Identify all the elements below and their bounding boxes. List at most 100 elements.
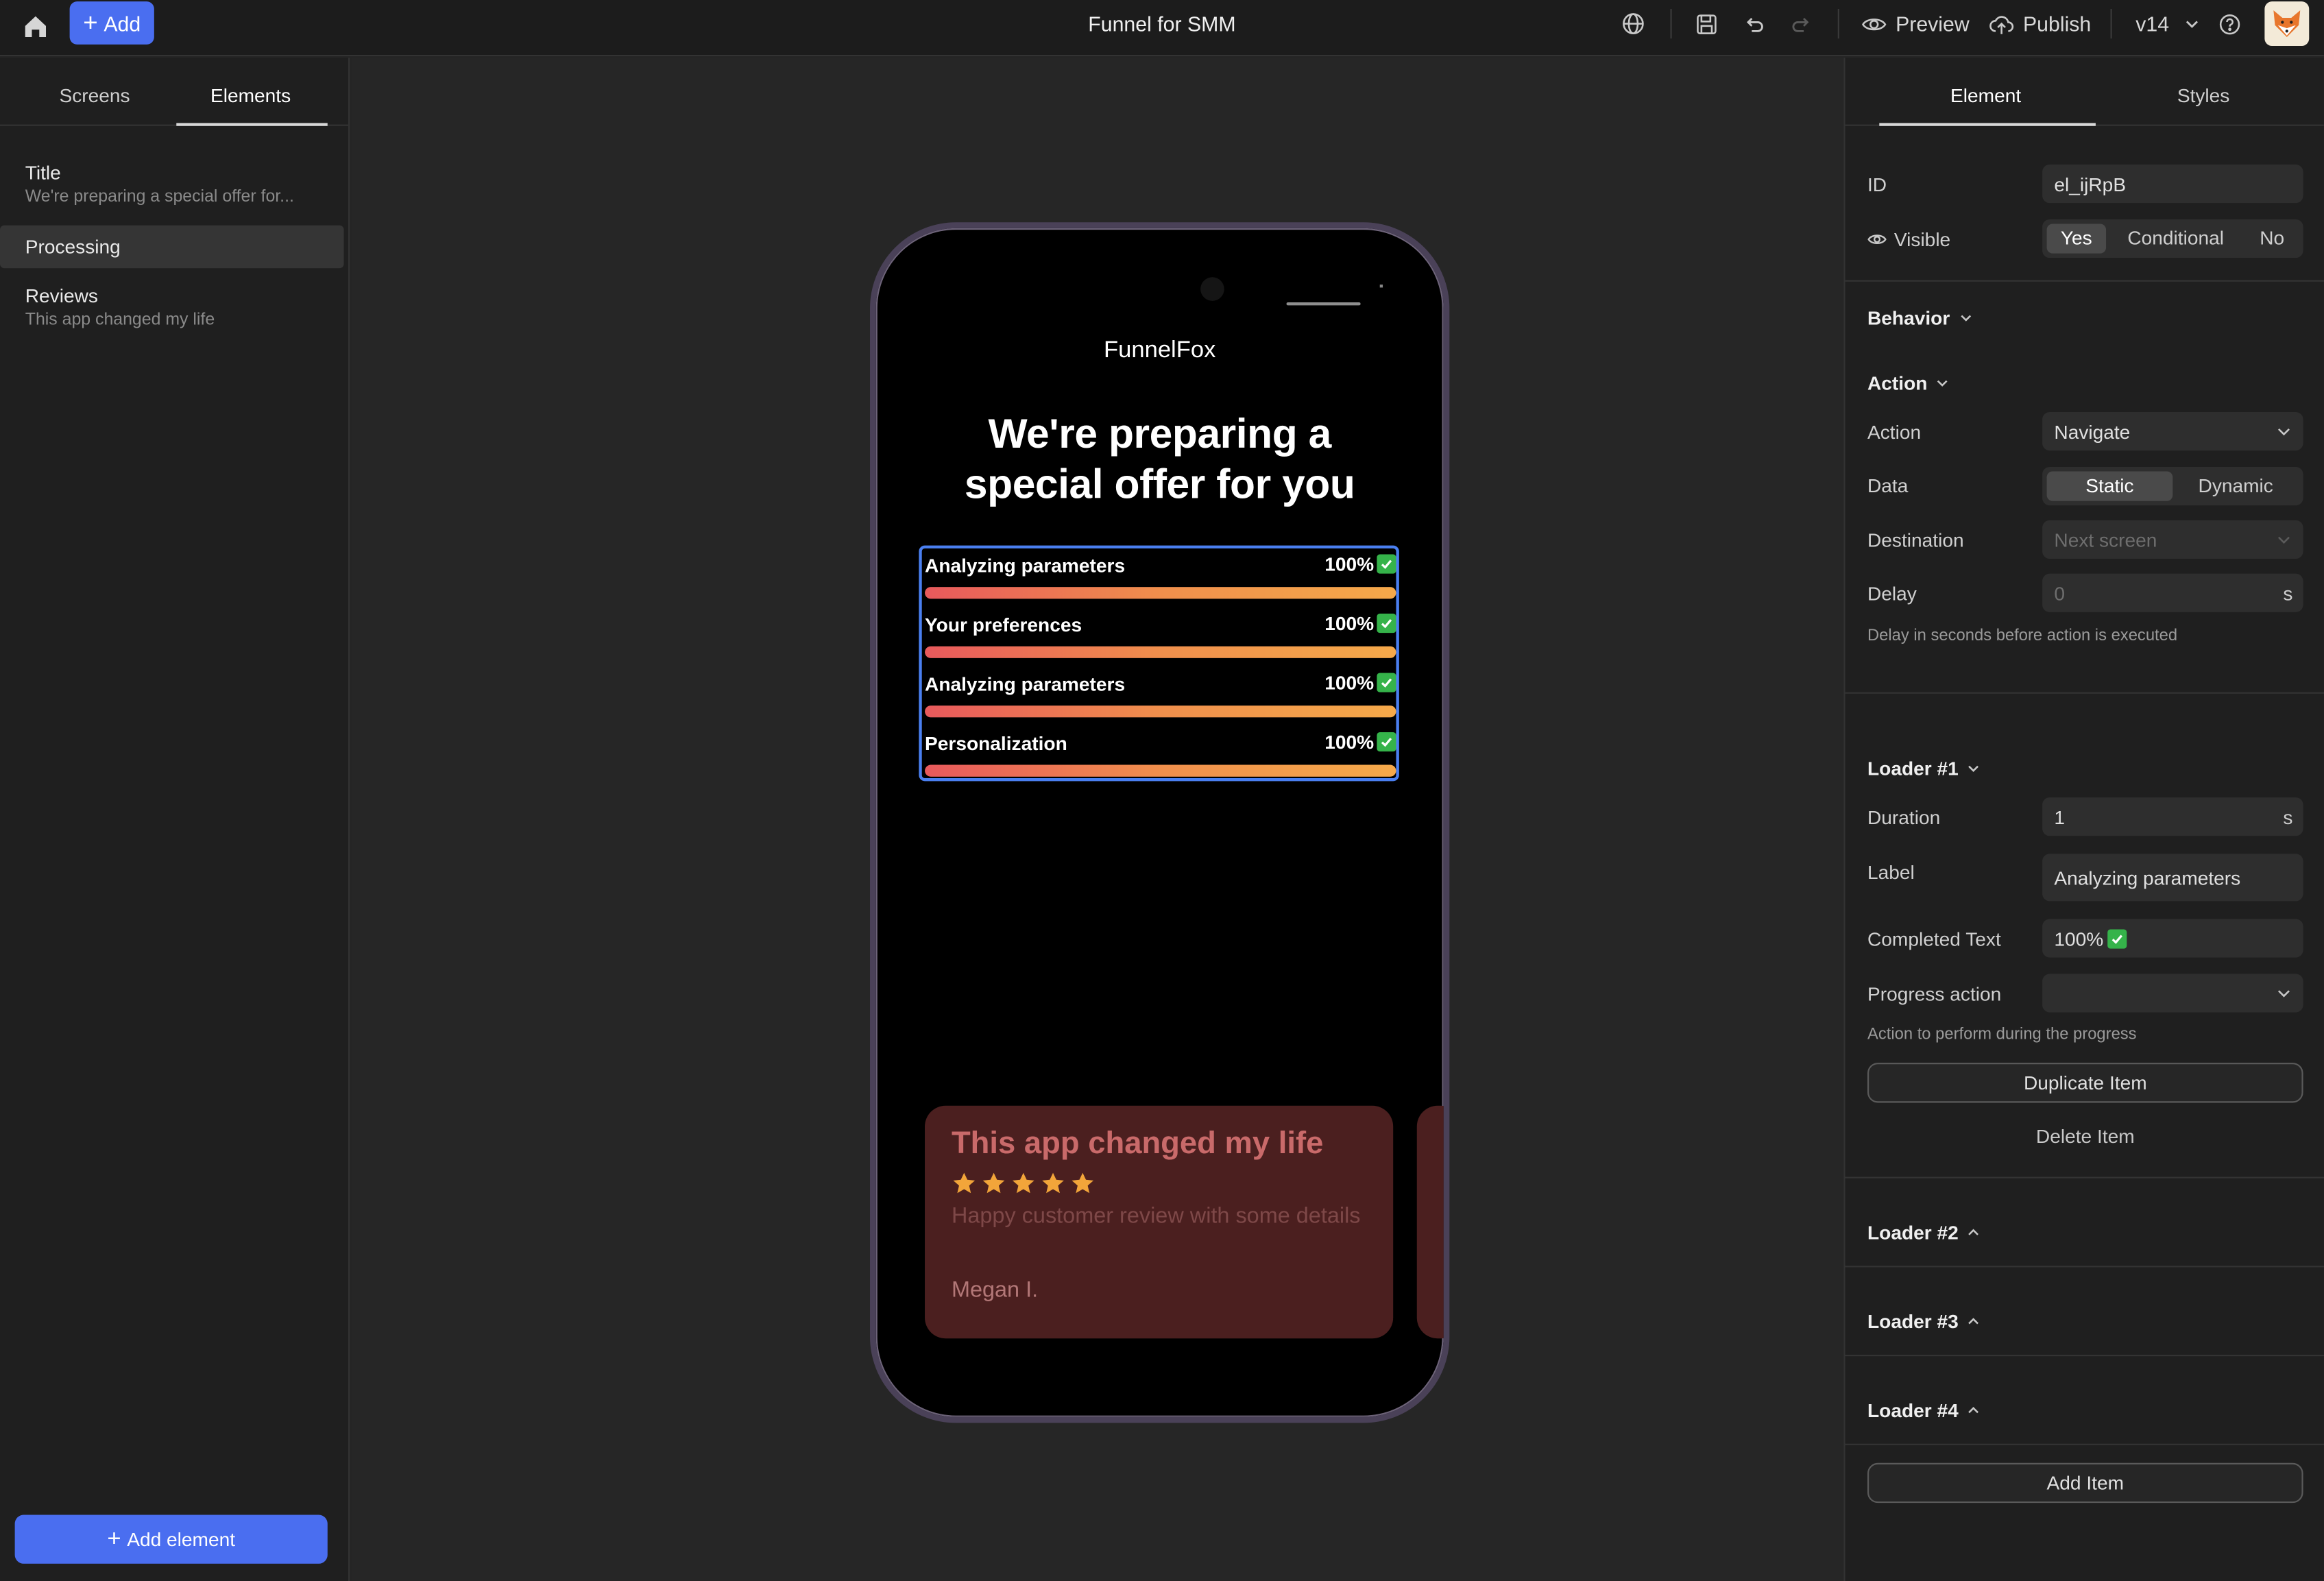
processing-element[interactable]: Analyzing parameters 100% Your preferenc…: [919, 545, 1399, 782]
layer-item-processing[interactable]: Processing: [0, 225, 350, 269]
headline[interactable]: We're preparing a special offer for you: [921, 409, 1399, 510]
check-box-icon: [1377, 614, 1396, 633]
help-button[interactable]: [2214, 9, 2244, 38]
delete-item-button[interactable]: Delete Item: [1867, 1125, 2303, 1147]
right-panel: Element Styles ID el_ijRpB Visible Yes C…: [1843, 58, 2324, 1581]
loader-2-header[interactable]: Loader #2: [1867, 1221, 1981, 1244]
progress-fill: [925, 705, 1396, 718]
home-icon: [25, 16, 47, 38]
delay-unit: s: [2283, 581, 2293, 604]
review-rating: [952, 1171, 1096, 1196]
add-button[interactable]: + Add: [69, 1, 154, 45]
data-toggle: Static Dynamic: [2042, 466, 2303, 506]
destination-placeholder: Next screen: [2054, 528, 2157, 551]
add-element-button[interactable]: + Add element: [14, 1514, 328, 1564]
visible-yes-option[interactable]: Yes: [2046, 224, 2107, 254]
progress-fill: [925, 764, 1396, 777]
loader-completed: 100%: [1324, 612, 1396, 634]
tab-elements[interactable]: Elements: [210, 84, 291, 106]
completed-text: 100%: [1324, 730, 1375, 753]
label-input[interactable]: Analyzing parameters: [2042, 854, 2303, 902]
loader-3-header[interactable]: Loader #3: [1867, 1310, 1981, 1333]
progress-fill: [925, 587, 1396, 599]
chevron-up-icon: [1969, 1229, 1979, 1235]
brand-name[interactable]: FunnelFox: [876, 338, 1444, 365]
save-button[interactable]: [1691, 9, 1721, 38]
progress-action-label: Progress action: [1867, 982, 2002, 1005]
completed-text: 100%: [1324, 553, 1375, 575]
avatar[interactable]: [2264, 1, 2310, 47]
preview-button[interactable]: Preview: [1861, 9, 1970, 38]
progress-fill: [925, 646, 1396, 658]
data-static-option[interactable]: Static: [2046, 471, 2173, 501]
progress-track: [925, 646, 1396, 658]
completed-text-label: Completed Text: [1867, 928, 2001, 950]
data-dynamic-option[interactable]: Dynamic: [2172, 471, 2299, 500]
completed-text-input[interactable]: 100%: [2042, 919, 2303, 958]
check-box-icon: [2107, 928, 2127, 948]
duplicate-item-button[interactable]: Duplicate Item: [1867, 1063, 2303, 1103]
language-button[interactable]: [1619, 9, 1648, 38]
progress-track: [925, 705, 1396, 718]
left-tabs: Screens Elements: [0, 58, 349, 126]
layer-item-title[interactable]: Title We're preparing a special offer fo…: [0, 160, 350, 213]
progress-action-help-text: Action to perform during the progress: [1867, 1026, 2137, 1043]
loader-4-label: Loader #4: [1867, 1399, 1959, 1422]
loader-3-label: Loader #3: [1867, 1310, 1959, 1333]
add-button-label: Add: [104, 11, 141, 35]
destination-select[interactable]: Next screen: [2042, 520, 2303, 559]
star-icon: [1072, 1172, 1094, 1194]
camera-dot: [1200, 277, 1224, 301]
help-circle-icon: [2218, 13, 2240, 34]
layer-title: Reviews: [25, 285, 98, 307]
undo-button[interactable]: [1739, 9, 1768, 38]
review-card-next[interactable]: [1416, 1105, 1444, 1339]
action-select[interactable]: Navigate: [2042, 412, 2303, 451]
loader-item: Your preferences 100%: [925, 607, 1396, 666]
layer-subtitle: We're preparing a special offer for...: [25, 188, 294, 206]
review-author: Megan I.: [951, 1277, 1039, 1303]
layer-title: Title: [25, 161, 61, 184]
tab-screens[interactable]: Screens: [59, 84, 130, 106]
loader-4-header[interactable]: Loader #4: [1867, 1399, 1981, 1421]
visible-no-option[interactable]: No: [2245, 224, 2299, 253]
progress-track: [925, 764, 1396, 777]
chevron-down-icon: [1960, 315, 1971, 322]
star-icon: [982, 1172, 1005, 1194]
duration-input[interactable]: 1 s: [2042, 797, 2303, 836]
publish-button[interactable]: Publish: [1989, 9, 2091, 38]
action-section-header[interactable]: Action: [1867, 372, 1950, 394]
duration-value: 1: [2054, 805, 2066, 828]
loader-label: Your preferences: [925, 614, 1082, 636]
version-select[interactable]: v14: [2135, 9, 2199, 38]
visible-conditional-option[interactable]: Conditional: [2106, 224, 2245, 253]
divider: [1845, 1266, 2324, 1268]
home-button[interactable]: [18, 9, 53, 45]
progress-action-select[interactable]: [2042, 974, 2303, 1013]
behavior-section-header[interactable]: Behavior: [1867, 307, 1972, 329]
active-tab-indicator: [1879, 123, 2096, 126]
tab-element[interactable]: Element: [1950, 84, 2021, 106]
save-icon: [1696, 14, 1716, 34]
loader-2-label: Loader #2: [1867, 1221, 1959, 1244]
cloud-upload-icon: [1989, 15, 2014, 34]
loader-completed: 100%: [1324, 731, 1396, 753]
add-item-button[interactable]: Add Item: [1867, 1462, 2303, 1504]
data-label: Data: [1867, 474, 1909, 497]
toolbar-divider: [1670, 8, 1672, 39]
redo-button[interactable]: [1786, 9, 1815, 38]
completed-text: 100%: [1324, 612, 1375, 635]
id-input[interactable]: el_ijRpB: [2042, 164, 2303, 204]
tab-styles[interactable]: Styles: [2177, 84, 2230, 106]
id-label: ID: [1867, 173, 1887, 196]
completed-text-value: 100%: [2054, 927, 2104, 950]
delay-label: Delay: [1867, 582, 1917, 605]
check-box-icon: [1377, 732, 1396, 752]
delay-input[interactable]: 0 s: [2042, 573, 2303, 612]
layer-subtitle: This app changed my life: [25, 311, 215, 329]
review-card[interactable]: This app changed my life Happy customer …: [925, 1105, 1394, 1339]
layer-item-reviews[interactable]: Reviews This app changed my life: [0, 283, 350, 337]
chevron-up-icon: [1969, 1318, 1979, 1325]
chevron-down-icon: [2185, 21, 2198, 28]
loader-1-header[interactable]: Loader #1: [1867, 758, 1981, 780]
